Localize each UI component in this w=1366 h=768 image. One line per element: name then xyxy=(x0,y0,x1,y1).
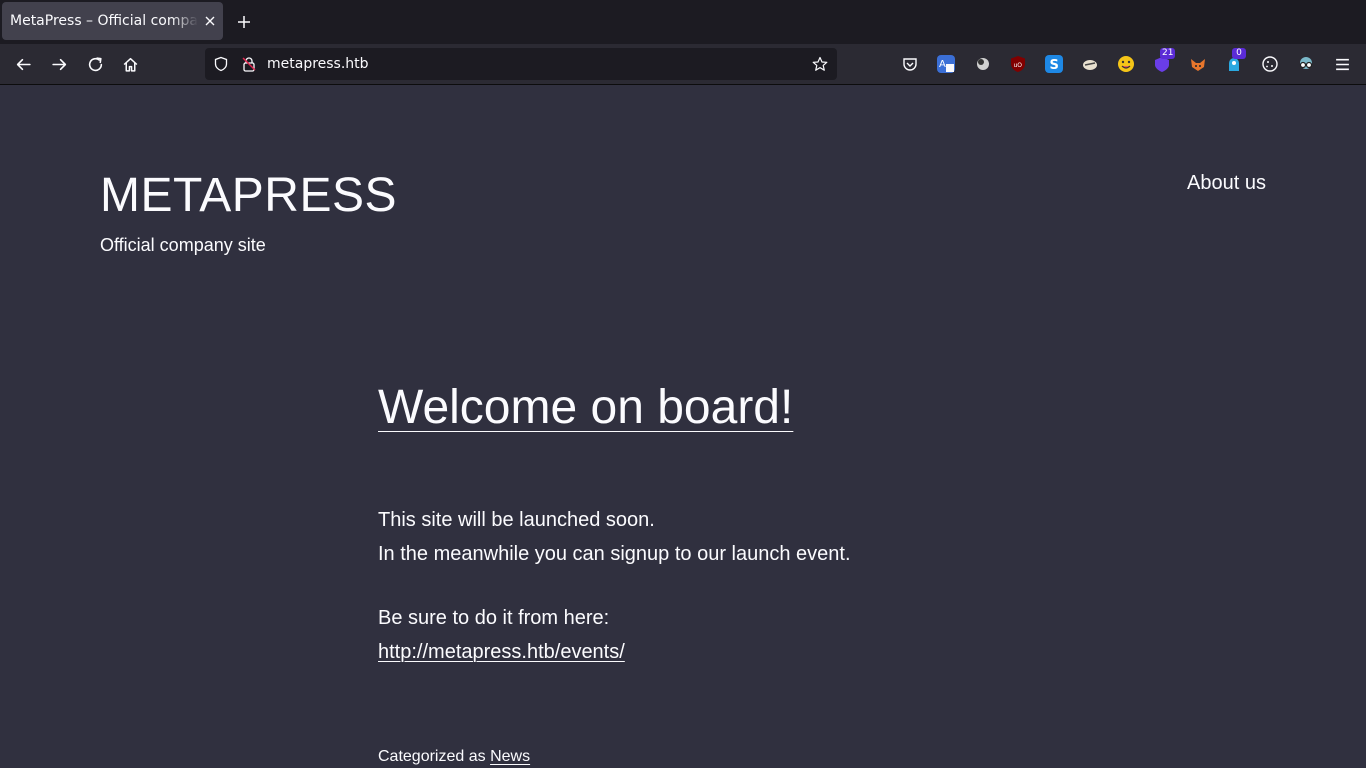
svg-text:A: A xyxy=(939,59,946,70)
svg-text:S: S xyxy=(1050,58,1059,73)
shield-icon[interactable] xyxy=(213,56,229,72)
category-link-news[interactable]: News xyxy=(490,748,530,765)
events-link[interactable]: http://metapress.htb/events/ xyxy=(378,641,625,663)
close-icon[interactable] xyxy=(202,13,218,29)
navigation-toolbar: metapress.htb A uO S 21 0 xyxy=(0,44,1366,85)
extension-ball-icon[interactable] xyxy=(973,55,991,73)
extension-s-icon[interactable]: S xyxy=(1045,55,1063,73)
tab-strip: MetaPress – Official company site xyxy=(0,0,1366,44)
post-text: In the meanwhile you can signup to our l… xyxy=(378,543,851,565)
category-prefix: Categorized as xyxy=(378,748,486,765)
hamburger-menu-icon[interactable] xyxy=(1334,56,1351,73)
tab-active[interactable]: MetaPress – Official company site xyxy=(2,2,223,40)
post-category: Categorized as News xyxy=(378,748,530,766)
tab-title: MetaPress – Official company site xyxy=(10,13,198,29)
web-page: METAPRESS Official company site About us… xyxy=(0,85,1366,768)
back-arrow-icon[interactable] xyxy=(15,56,32,73)
nav-link-about-us[interactable]: About us xyxy=(1187,172,1266,195)
forward-arrow-icon[interactable] xyxy=(51,56,68,73)
extension-badge: 0 xyxy=(1232,48,1246,59)
pocket-icon[interactable] xyxy=(901,55,919,73)
extension-blue-icon[interactable]: 0 xyxy=(1225,48,1246,73)
post-title[interactable]: Welcome on board! xyxy=(378,380,793,435)
translate-icon[interactable]: A xyxy=(937,55,955,73)
reload-icon[interactable] xyxy=(87,56,104,73)
new-tab-icon[interactable] xyxy=(236,14,252,30)
site-title[interactable]: METAPRESS xyxy=(100,168,397,223)
post-text: This site will be launched soon. xyxy=(378,509,655,531)
site-tagline: Official company site xyxy=(100,235,266,255)
extension-glasses-icon[interactable] xyxy=(1297,55,1315,73)
svg-text:uO: uO xyxy=(1014,62,1023,69)
extension-bug-icon[interactable] xyxy=(1081,55,1099,73)
extension-fox-icon[interactable] xyxy=(1189,55,1207,73)
post-text: Be sure to do it from here: xyxy=(378,607,610,629)
extension-badge: 21 xyxy=(1160,48,1176,59)
extension-shield-icon[interactable]: 21 xyxy=(1153,48,1176,73)
home-icon[interactable] xyxy=(122,56,139,73)
post-body: This site will be launched soon. In the … xyxy=(378,503,851,669)
url-text[interactable]: metapress.htb xyxy=(267,56,369,72)
address-bar[interactable]: metapress.htb xyxy=(205,48,837,80)
cookie-icon[interactable] xyxy=(1261,55,1279,73)
extension-face-icon[interactable] xyxy=(1117,55,1135,73)
insecure-lock-icon[interactable] xyxy=(241,56,257,72)
star-icon[interactable] xyxy=(812,56,828,72)
ublock-origin-icon[interactable]: uO xyxy=(1009,55,1027,73)
